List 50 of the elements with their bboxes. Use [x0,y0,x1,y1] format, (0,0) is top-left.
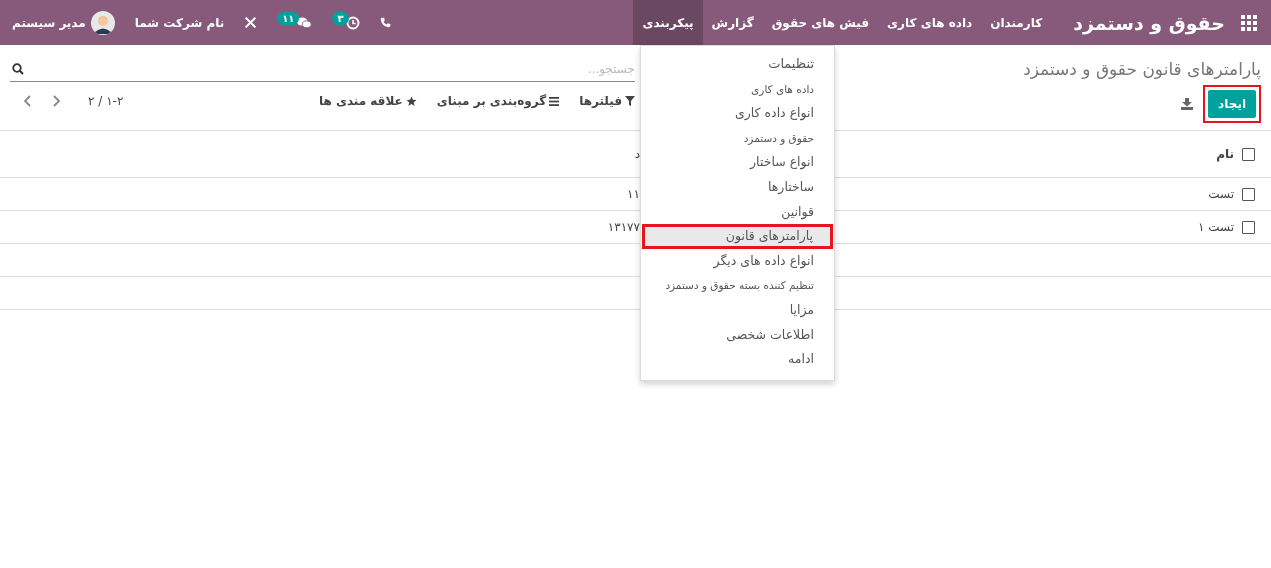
dropdown-item[interactable]: داده های کاری [641,76,834,102]
select-all-checkbox[interactable] [1242,147,1255,161]
dropdown-item[interactable]: اطلاعات شخصی [641,322,834,348]
dropdown-item[interactable]: ادامه [641,347,834,372]
row-checkbox[interactable] [1242,220,1255,234]
dropdown-item[interactable]: قوانین [641,199,834,225]
filter-menu-button[interactable]: گروه‌بندی بر مبنای [436,94,547,108]
apps-grid-icon[interactable] [1241,14,1257,31]
clock-icon[interactable] [345,15,360,30]
filter-menu-button[interactable]: علاقه مندی ها [318,94,403,108]
menu-item[interactable]: داده های کاری [878,0,982,45]
dropdown-item[interactable]: ساختارها [641,174,834,200]
search-icon[interactable] [12,63,24,75]
chat-icon[interactable] [296,16,313,29]
list-icon[interactable] [549,96,560,106]
pager-value: ۱-۲ / ۲ [88,94,124,108]
menu-item[interactable]: پیکربندی [633,0,703,45]
filter-menu-button[interactable]: فیلترها [579,94,622,108]
phone-icon[interactable] [379,17,391,28]
menu-item[interactable]: کارمندان [981,0,1052,45]
previous-icon[interactable] [24,95,32,107]
filter-icon[interactable] [625,96,635,106]
download-icon[interactable] [1181,98,1194,110]
column-header[interactable]: نام [1216,147,1234,161]
dropdown-item[interactable]: انواع ساختار [641,150,834,175]
user-avatar[interactable] [90,10,115,35]
column-header[interactable]: د [634,147,640,161]
dropdown-item[interactable]: مزایا [641,297,834,323]
page-title: پارامترهای قانون حقوق و دستمزد [1023,58,1261,82]
menu-item[interactable]: فیش های حقوق [762,0,879,45]
menu-item[interactable]: گزارش [702,0,763,45]
row-checkbox[interactable] [1242,187,1255,201]
dropdown-item[interactable]: تنظیمات [641,52,834,77]
dropdown-item[interactable]: تنظیم کننده بسته حقوق و دستمزد [641,273,834,298]
table-cell: ۱۱ [627,187,640,201]
dropdown-item[interactable]: پارامترهای قانون [642,224,833,249]
message-count-badge: ۱۱ [277,12,300,25]
table-cell: تست [1208,187,1234,201]
next-icon[interactable] [52,95,60,107]
dropdown-item[interactable]: حقوق و دستمزد [641,125,834,151]
activity-count-badge: ۳ [332,12,349,25]
dropdown-item[interactable]: انواع داده های دیگر [641,248,834,274]
app-title: حقوق و دستمزد [1073,11,1225,34]
company-switcher[interactable]: نام شرکت شما [134,15,225,30]
dropdown-item[interactable]: انواع داده کاری [641,101,834,126]
table-cell: تست ۱ [1197,220,1234,234]
user-name[interactable]: مدیر سیستم [12,15,86,30]
search-field[interactable]: جستجو... [10,57,635,82]
table-cell: ۱۳۱۷۷ [607,220,640,234]
star-icon[interactable] [405,95,417,107]
